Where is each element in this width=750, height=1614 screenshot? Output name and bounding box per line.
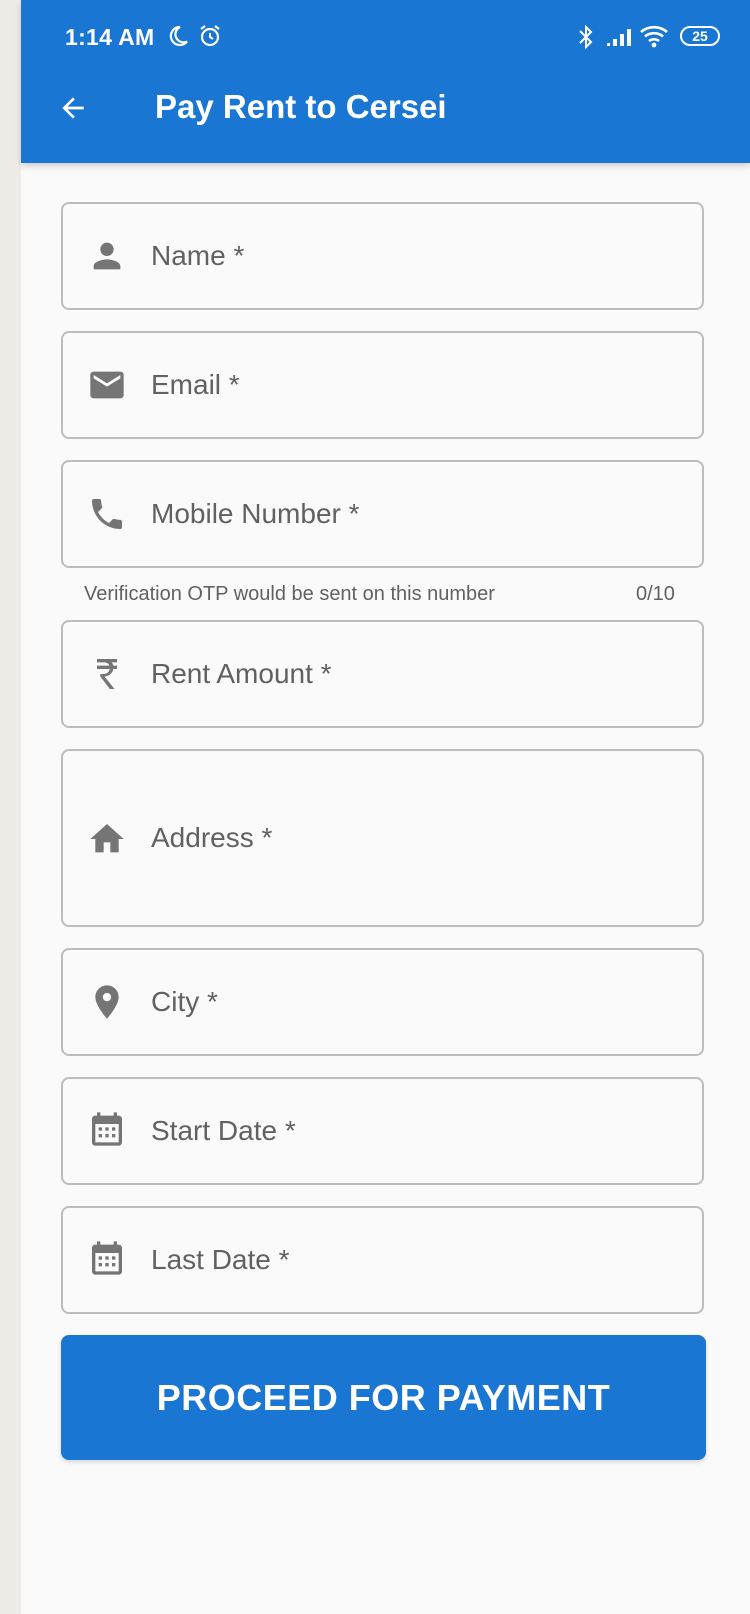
person-icon	[93, 242, 121, 270]
moon-icon	[169, 25, 188, 47]
location-pin-icon	[95, 985, 119, 1019]
calendar-icon	[92, 1241, 122, 1275]
status-bar: 1:14 AM 25	[21, 0, 750, 75]
phone-icon	[92, 499, 122, 529]
signal-icon	[607, 29, 631, 46]
mail-icon	[90, 371, 124, 399]
home-icon	[90, 824, 124, 853]
name-label: Name *	[151, 240, 245, 271]
rent-amount-field[interactable]: Rent Amount *	[61, 620, 704, 728]
rent-amount-label: Rent Amount *	[151, 658, 332, 689]
calendar-icon	[92, 1112, 122, 1146]
mobile-character-counter: 0/10	[636, 583, 675, 605]
address-field[interactable]: Address *	[61, 749, 704, 927]
mobile-number-field[interactable]: Mobile Number *	[61, 460, 704, 568]
alarm-icon	[200, 25, 220, 47]
rupee-icon	[97, 659, 117, 689]
app-screen: 1:14 AM 25 Pay Rent to Cersei Name * Ema…	[21, 0, 750, 1614]
battery-level: 25	[692, 28, 708, 44]
email-field[interactable]: Email *	[61, 331, 704, 439]
last-date-label: Last Date *	[151, 1244, 290, 1275]
arrow-back-icon[interactable]	[57, 92, 89, 124]
start-date-field[interactable]: Start Date *	[61, 1077, 704, 1185]
bluetooth-icon	[579, 24, 593, 50]
city-label: City *	[151, 986, 218, 1017]
name-field[interactable]: Name *	[61, 202, 704, 310]
start-date-label: Start Date *	[151, 1115, 296, 1146]
last-date-field[interactable]: Last Date *	[61, 1206, 704, 1314]
proceed-for-payment-button[interactable]: PROCEED FOR PAYMENT	[61, 1335, 706, 1460]
wifi-icon	[640, 25, 668, 48]
email-label: Email *	[151, 369, 240, 400]
address-label: Address *	[151, 822, 273, 853]
status-time: 1:14 AM	[65, 24, 155, 50]
mobile-number-label: Mobile Number *	[151, 498, 360, 529]
app-bar: 1:14 AM 25 Pay Rent to Cersei	[21, 0, 750, 163]
page-title: Pay Rent to Cersei	[155, 88, 447, 125]
city-field[interactable]: City *	[61, 948, 704, 1056]
mobile-helper-text: Verification OTP would be sent on this n…	[84, 583, 495, 605]
